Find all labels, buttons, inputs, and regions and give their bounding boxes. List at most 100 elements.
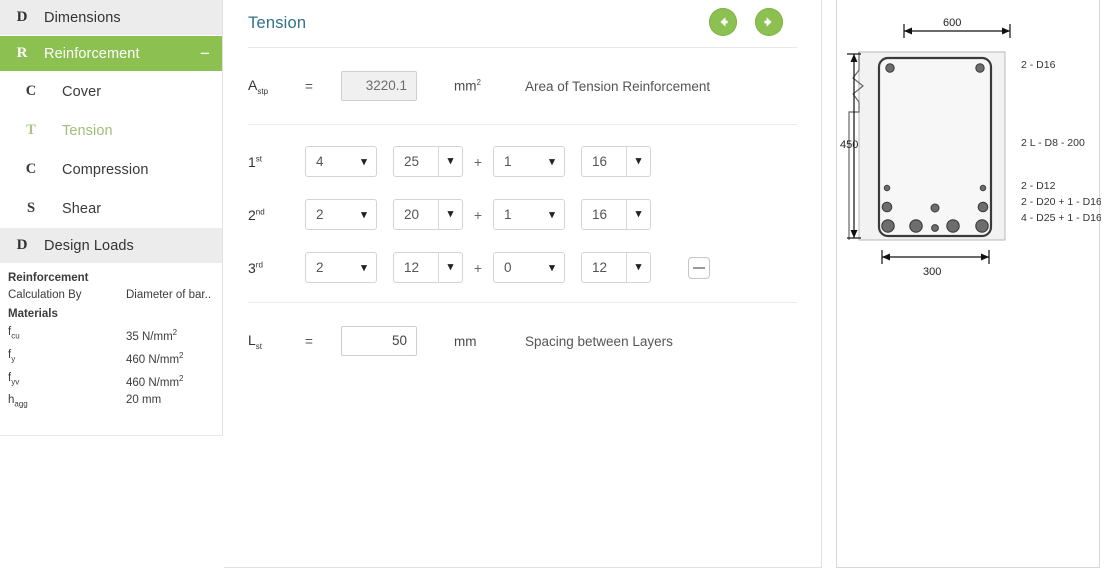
layer3-quantity-select[interactable]: 2 ▾ bbox=[305, 252, 377, 283]
select-value: 25 bbox=[404, 154, 420, 169]
astp-value-field: 3220.1 bbox=[341, 71, 417, 101]
lst-unit: mm bbox=[454, 333, 477, 349]
select-value: 16 bbox=[592, 154, 608, 169]
tension-letter-icon: T bbox=[26, 122, 36, 138]
layer-row: 3rd 2 ▾ 12 ▾ + 0 ▾ 12 ▾ bbox=[248, 241, 797, 294]
sidebar-summary: Reinforcement Calculation By Diameter of… bbox=[0, 272, 223, 415]
layer3-extra-diameter-select[interactable]: 12 ▾ bbox=[581, 252, 651, 283]
layer2-extra-diameter-select[interactable]: 16 ▾ bbox=[581, 199, 651, 230]
layer2-extra-quantity-select[interactable]: 1 ▾ bbox=[493, 199, 565, 230]
arrow-left-icon bbox=[720, 17, 728, 27]
next-button[interactable] bbox=[755, 8, 783, 36]
material-symbol: fy bbox=[8, 348, 16, 364]
sidebar-item-shear[interactable]: S Shear bbox=[0, 189, 222, 228]
astp-equals: = bbox=[305, 78, 313, 94]
annotation-side-bars: 2 - D12 bbox=[1021, 180, 1056, 192]
summary-heading-materials: Materials bbox=[8, 308, 58, 320]
collapse-minus-icon[interactable]: − bbox=[188, 45, 222, 62]
chevron-down-icon: ▾ bbox=[549, 262, 555, 274]
summary-heading-reinforcement: Reinforcement bbox=[8, 272, 89, 284]
sidebar-item-label: Shear bbox=[62, 200, 102, 217]
cover-letter-icon: C bbox=[25, 83, 37, 99]
dimension-left-label: 450 bbox=[840, 139, 858, 151]
previous-button[interactable] bbox=[709, 8, 737, 36]
sidebar-item-compression[interactable]: C Compression bbox=[0, 150, 222, 189]
page-title: Tension bbox=[248, 14, 307, 32]
layer2-quantity-select[interactable]: 2 ▾ bbox=[305, 199, 377, 230]
annotation-stirrups: 2 L - D8 - 200 bbox=[1021, 137, 1085, 149]
sidebar-item-design-loads[interactable]: D Design Loads bbox=[0, 228, 222, 264]
layer1-extra-diameter-select[interactable]: 16 ▾ bbox=[581, 146, 651, 177]
sidebar-item-label: Design Loads bbox=[44, 237, 134, 254]
chevron-down-icon: ▾ bbox=[549, 209, 555, 221]
material-value: 35 N/mm2 bbox=[126, 328, 178, 343]
layer1-quantity-select[interactable]: 4 ▾ bbox=[305, 146, 377, 177]
sidebar-item-tension[interactable]: T Tension bbox=[0, 111, 222, 150]
select-value: 2 bbox=[316, 260, 324, 275]
layer-ordinal: 1st bbox=[248, 153, 263, 170]
layer-row: 2nd 2 ▾ 20 ▾ + 1 ▾ 16 ▾ bbox=[248, 188, 797, 241]
sidebar-item-reinforcement[interactable]: R Reinforcement − bbox=[0, 36, 222, 72]
layers-section: 1st 4 ▾ 25 ▾ + 1 ▾ 16 ▾ 2nd 2 ▾ 20 ▾ + 1… bbox=[248, 125, 797, 302]
annotation-layer1-bars: 4 - D25 + 1 - D16 bbox=[1021, 212, 1101, 224]
material-row-fy: fy 460 N/mm2 bbox=[8, 348, 215, 368]
chevron-down-icon: ▾ bbox=[549, 156, 555, 168]
lst-input[interactable]: 50 bbox=[341, 326, 417, 356]
arrow-right-icon bbox=[764, 17, 772, 27]
chevron-down-icon: ▾ bbox=[438, 147, 462, 176]
section-preview-panel: 600 450 300 2 - D16 2 L - D8 - 200 2 - D… bbox=[836, 0, 1101, 568]
chevron-down-icon: ▾ bbox=[626, 147, 650, 176]
astp-description: Area of Tension Reinforcement bbox=[525, 78, 711, 94]
select-value: 1 bbox=[504, 207, 512, 222]
material-row-hagg: hagg 20 mm bbox=[8, 393, 215, 411]
select-value: 2 bbox=[316, 207, 324, 222]
chevron-down-icon: ▾ bbox=[361, 262, 367, 274]
material-value: 20 mm bbox=[126, 394, 162, 407]
reinforcement-letter-icon: R bbox=[16, 45, 28, 61]
select-value: 4 bbox=[316, 154, 324, 169]
astp-symbol: Astp bbox=[248, 76, 269, 96]
material-symbol: fcu bbox=[8, 326, 20, 341]
select-value: 1 bbox=[504, 154, 512, 169]
plus-separator: + bbox=[473, 259, 483, 276]
select-value: 16 bbox=[592, 207, 608, 222]
select-value: 0 bbox=[504, 260, 512, 275]
layer3-diameter-select[interactable]: 12 ▾ bbox=[393, 252, 463, 283]
sidebar-item-label: Tension bbox=[62, 122, 113, 139]
chevron-down-icon: ▾ bbox=[626, 200, 650, 229]
layer-row: 1st 4 ▾ 25 ▾ + 1 ▾ 16 ▾ bbox=[248, 135, 797, 188]
dimensions-letter-icon: D bbox=[16, 9, 28, 25]
lst-section: Lst = 50 mm Spacing between Layers bbox=[248, 302, 797, 379]
shear-letter-icon: S bbox=[26, 200, 36, 216]
chevron-down-icon: ▾ bbox=[626, 253, 650, 282]
chevron-down-icon: ▾ bbox=[361, 209, 367, 221]
layer1-extra-quantity-select[interactable]: 1 ▾ bbox=[493, 146, 565, 177]
panel-header: Tension bbox=[248, 0, 797, 48]
layer3-extra-quantity-select[interactable]: 0 ▾ bbox=[493, 252, 565, 283]
compression-letter-icon: C bbox=[25, 161, 37, 177]
design-loads-letter-icon: D bbox=[16, 237, 28, 253]
remove-layer-button[interactable] bbox=[688, 256, 710, 279]
lst-description: Spacing between Layers bbox=[525, 333, 673, 349]
layer1-diameter-select[interactable]: 25 ▾ bbox=[393, 146, 463, 177]
material-value: 460 N/mm2 bbox=[126, 350, 184, 366]
lst-symbol: Lst bbox=[248, 331, 263, 351]
sidebar-item-label: Compression bbox=[62, 161, 149, 178]
select-value: 20 bbox=[404, 207, 420, 222]
wizard-navigation bbox=[709, 8, 783, 36]
sidebar-item-cover[interactable]: C Cover bbox=[0, 72, 222, 111]
astp-row: Astp = 3220.1 mm2 Area of Tension Reinfo… bbox=[248, 48, 797, 124]
select-value: 12 bbox=[404, 260, 420, 275]
summary-value: Diameter of bar.. bbox=[126, 289, 212, 301]
astp-section: Astp = 3220.1 mm2 Area of Tension Reinfo… bbox=[248, 48, 797, 125]
sidebar-item-dimensions[interactable]: D Dimensions bbox=[0, 0, 222, 36]
lst-row: Lst = 50 mm Spacing between Layers bbox=[248, 303, 797, 379]
sidebar-item-label: Cover bbox=[62, 83, 102, 100]
astp-unit: mm2 bbox=[454, 78, 481, 94]
summary-key: Calculation By bbox=[8, 289, 82, 301]
app-root: D Dimensions R Reinforcement − C Cover T… bbox=[0, 0, 1105, 574]
lst-equals: = bbox=[305, 333, 313, 349]
chevron-down-icon: ▾ bbox=[438, 200, 462, 229]
material-row-fyv: fyv 460 N/mm2 bbox=[8, 371, 215, 391]
layer2-diameter-select[interactable]: 20 ▾ bbox=[393, 199, 463, 230]
